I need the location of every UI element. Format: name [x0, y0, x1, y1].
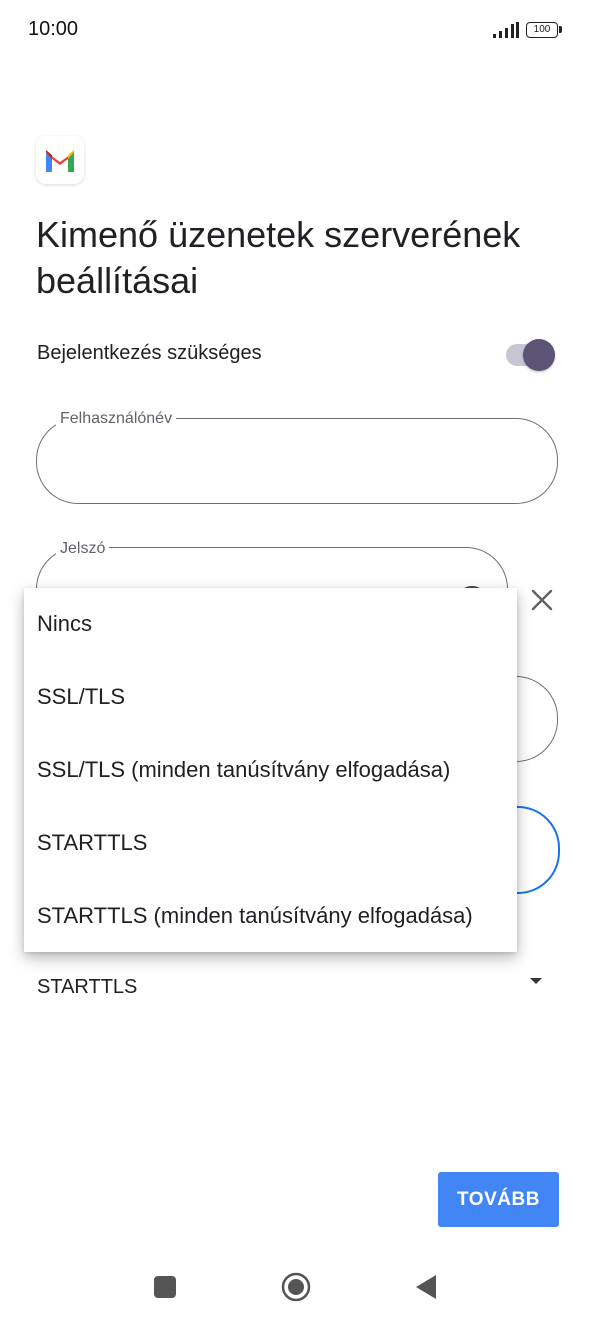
close-icon[interactable]	[528, 586, 556, 614]
username-label: Felhasználónév	[56, 410, 177, 428]
back-button[interactable]	[414, 1274, 438, 1300]
menu-item-ssl-tls[interactable]: SSL/TLS	[24, 661, 517, 733]
toggle-knob[interactable]	[523, 339, 555, 371]
home-button[interactable]	[281, 1272, 311, 1302]
login-required-label: Bejelentkezés szükséges	[37, 342, 262, 364]
menu-item-none[interactable]: Nincs	[24, 588, 517, 660]
next-button[interactable]: TOVÁBB	[438, 1172, 559, 1227]
menu-item-ssl-tls-accept-all[interactable]: SSL/TLS (minden tanúsítvány elfogadása)	[24, 734, 517, 806]
menu-item-starttls[interactable]: STARTTLS	[24, 807, 517, 879]
menu-item-starttls-accept-all[interactable]: STARTTLS (minden tanúsítvány elfogadása)	[24, 880, 517, 952]
gmail-logo	[36, 136, 84, 184]
page-title: Kimenő üzenetek szerverének beállításai	[36, 214, 521, 301]
recent-apps-button[interactable]	[154, 1276, 176, 1298]
security-type-value[interactable]: STARTTLS	[37, 976, 137, 999]
security-options-menu: Nincs SSL/TLS SSL/TLS (minden tanúsítván…	[24, 588, 517, 952]
username-field[interactable]	[36, 418, 558, 504]
dropdown-arrow-icon[interactable]	[529, 976, 543, 986]
battery-icon: 100	[526, 22, 562, 38]
battery-level: 100	[526, 22, 558, 38]
password-label: Jelszó	[56, 540, 110, 558]
gmail-icon	[46, 150, 74, 172]
status-time: 10:00	[28, 18, 79, 40]
signal-icon	[493, 22, 519, 38]
